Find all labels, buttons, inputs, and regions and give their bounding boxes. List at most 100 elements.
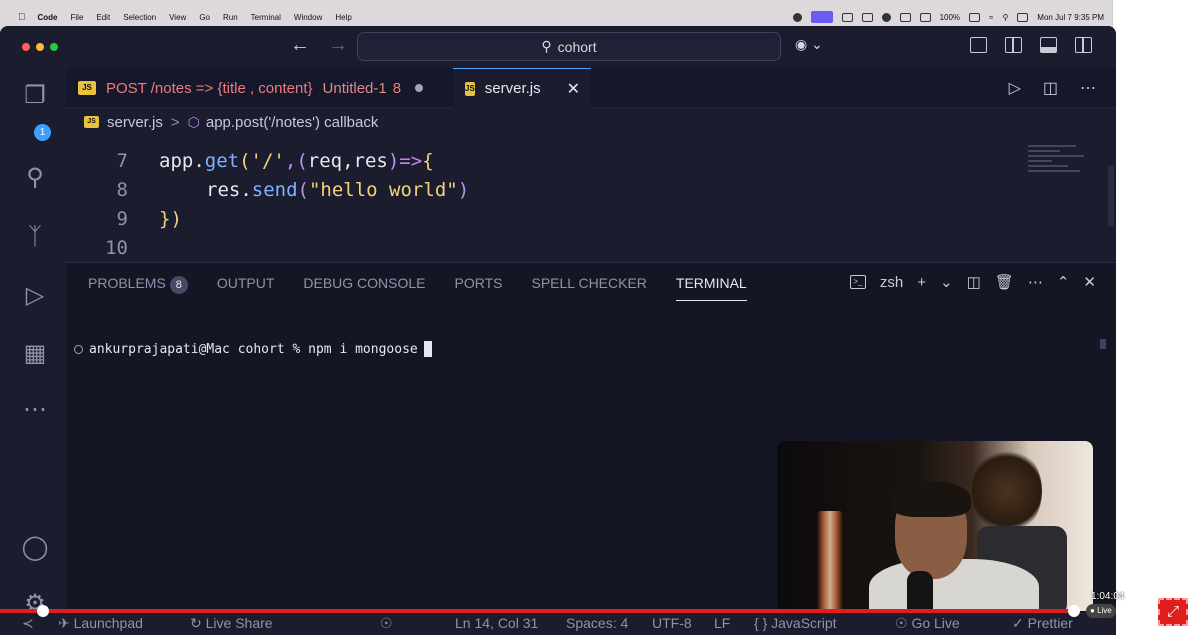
search-label: cohort — [557, 38, 597, 55]
minimap[interactable] — [1028, 142, 1108, 194]
indentation[interactable]: Spaces: 4 — [566, 612, 628, 635]
line-number: 8 — [116, 178, 128, 201]
tab-debug-console[interactable]: DEBUG CONSOLE — [303, 263, 425, 303]
run-icon[interactable]: ▷ — [1009, 78, 1021, 98]
fullscreen-icon[interactable]: ⤢ — [1158, 598, 1188, 626]
maximize-panel-icon[interactable]: ⌃ — [1057, 273, 1070, 291]
close-panel-icon[interactable]: ✕ — [1083, 273, 1096, 291]
minimize-window-button[interactable] — [36, 43, 44, 51]
new-terminal-icon[interactable]: + — [917, 274, 926, 291]
progress-handle[interactable] — [1068, 605, 1080, 617]
keyboard-icon[interactable] — [919, 12, 931, 22]
editor-scrollbar[interactable] — [1108, 166, 1114, 226]
control-center-icon[interactable] — [1017, 12, 1029, 22]
toggle-panel-icon[interactable] — [1040, 37, 1057, 53]
language-mode[interactable]: { } JavaScript — [754, 612, 837, 635]
tab-problems[interactable]: PROBLEMS 8 — [88, 263, 188, 303]
cursor-position[interactable]: Ln 14, Col 31 — [455, 612, 538, 635]
tab-ports[interactable]: PORTS — [455, 263, 503, 303]
close-window-button[interactable] — [22, 43, 30, 51]
tab-untitled[interactable]: JS POST /notes => {title , content} Unti… — [66, 68, 452, 108]
split-editor-icon[interactable]: ◫ — [1043, 78, 1058, 98]
shell-name[interactable]: zsh — [880, 274, 903, 291]
more-icon[interactable]: ⋯ — [21, 396, 49, 424]
js-file-icon: JS — [84, 116, 99, 128]
forward-arrow-icon[interactable]: → — [328, 34, 348, 57]
terminal-scrollbar[interactable] — [1100, 339, 1106, 349]
menu-view[interactable]: View — [169, 13, 186, 22]
apple-icon[interactable]:  — [18, 12, 26, 23]
toggle-sidebar-icon[interactable] — [1005, 37, 1022, 53]
code-editor[interactable]: 7 app.get('/',(req,res)=>{ 8 res.send("h… — [66, 136, 1116, 262]
battery-icon[interactable] — [969, 12, 981, 22]
nav-arrows: ← → — [290, 34, 348, 57]
terminal-icon: >_ — [849, 275, 866, 289]
copilot-icon[interactable]: ◉ ⌄ — [795, 36, 823, 53]
split-terminal-icon[interactable]: ◫ — [967, 273, 981, 291]
language-label: JavaScript — [771, 615, 837, 631]
progress-handle-start[interactable] — [37, 605, 49, 617]
customize-layout-icon[interactable] — [970, 37, 987, 53]
tab-output[interactable]: OUTPUT — [217, 263, 275, 303]
editor-tab-bar: JS POST /notes => {title , content} Unti… — [66, 68, 1116, 108]
unsaved-dot-icon[interactable] — [415, 84, 424, 92]
editor-actions: ▷ ◫ ⋯ — [1009, 78, 1096, 98]
extensions-icon[interactable]: ▦ — [21, 340, 49, 368]
browser-side-strip — [1112, 0, 1200, 635]
toggle-secondary-sidebar-icon[interactable] — [1075, 37, 1092, 53]
end-of-line[interactable]: LF — [714, 612, 730, 635]
video-progress-bar[interactable] — [0, 609, 1076, 613]
explorer-icon[interactable]: ❐ — [21, 82, 49, 110]
tab-problem-count: 8 — [392, 79, 402, 97]
run-debug-icon[interactable]: ▷ — [21, 282, 49, 310]
menu-run[interactable]: Run — [223, 13, 238, 22]
menu-edit[interactable]: Edit — [96, 13, 110, 22]
settings-gear-icon[interactable]: ⚙ — [1134, 601, 1149, 621]
menu-window[interactable]: Window — [294, 13, 322, 22]
spotlight-icon[interactable]: ⚲ — [1002, 13, 1008, 22]
search-sidebar-icon[interactable]: ⚲ — [21, 164, 49, 192]
menubar-app-icon[interactable] — [841, 12, 853, 22]
source-control-icon[interactable]: ᛉ — [21, 223, 49, 251]
pin-icon[interactable]: ☉ — [380, 612, 393, 635]
symbol-method-icon: ⬡ — [187, 113, 200, 130]
screen-record-icon[interactable] — [810, 11, 833, 23]
menubar-util-icon[interactable] — [881, 12, 891, 22]
breadcrumb-file[interactable]: server.js — [107, 114, 163, 131]
panel-more-icon[interactable]: ⋯ — [1028, 273, 1043, 291]
menubar-extra-icon[interactable] — [792, 12, 802, 22]
token: => — [399, 149, 423, 172]
more-actions-icon[interactable]: ⋯ — [1080, 78, 1096, 98]
zoom-window-button[interactable] — [50, 43, 58, 51]
back-arrow-icon[interactable]: ← — [290, 34, 310, 57]
tab-terminal[interactable]: TERMINAL — [675, 263, 747, 303]
breadcrumb-symbol[interactable]: app.post('/notes') callback — [206, 114, 379, 131]
command-decoration-icon[interactable] — [74, 344, 83, 354]
wifi-icon[interactable]: ≈ — [989, 13, 993, 22]
menu-file[interactable]: File — [71, 13, 84, 22]
cloud-icon[interactable] — [861, 12, 873, 22]
terminal-dropdown-icon[interactable]: ⌄ — [940, 273, 953, 291]
menubar-clock[interactable]: Mon Jul 7 9:35 PM — [1037, 13, 1104, 22]
encoding[interactable]: UTF-8 — [652, 612, 692, 635]
liveshare-item[interactable]: ↻ Live Share — [190, 612, 273, 635]
menu-go[interactable]: Go — [199, 13, 210, 22]
tab-spell-checker[interactable]: SPELL CHECKER — [532, 263, 647, 303]
menu-terminal[interactable]: Terminal — [251, 13, 281, 22]
tab-server-js[interactable]: JS server.js ✕ — [453, 68, 591, 108]
close-tab-icon[interactable]: ✕ — [567, 79, 580, 99]
display-icon[interactable] — [899, 12, 911, 22]
golive-item[interactable]: ☉ Go Live — [895, 612, 960, 635]
account-icon[interactable]: ◯ — [21, 534, 49, 562]
command-center-search[interactable]: ⚲ cohort — [357, 32, 781, 61]
remote-icon[interactable]: ≺ — [22, 612, 34, 635]
trash-icon[interactable]: 🗑 — [995, 273, 1014, 291]
live-badge[interactable]: ● Live — [1086, 604, 1116, 618]
menu-app-name[interactable]: Code — [38, 13, 58, 22]
prettier-item[interactable]: ✓ Prettier — [1012, 612, 1073, 635]
menu-selection[interactable]: Selection — [123, 13, 156, 22]
menu-help[interactable]: Help — [335, 13, 351, 22]
terminal-command: ankurprajapati@Mac cohort % npm i mongoo… — [89, 341, 418, 357]
search-icon: ⚲ — [541, 38, 552, 54]
launchpad-item[interactable]: ✈ Launchpad — [58, 612, 143, 635]
